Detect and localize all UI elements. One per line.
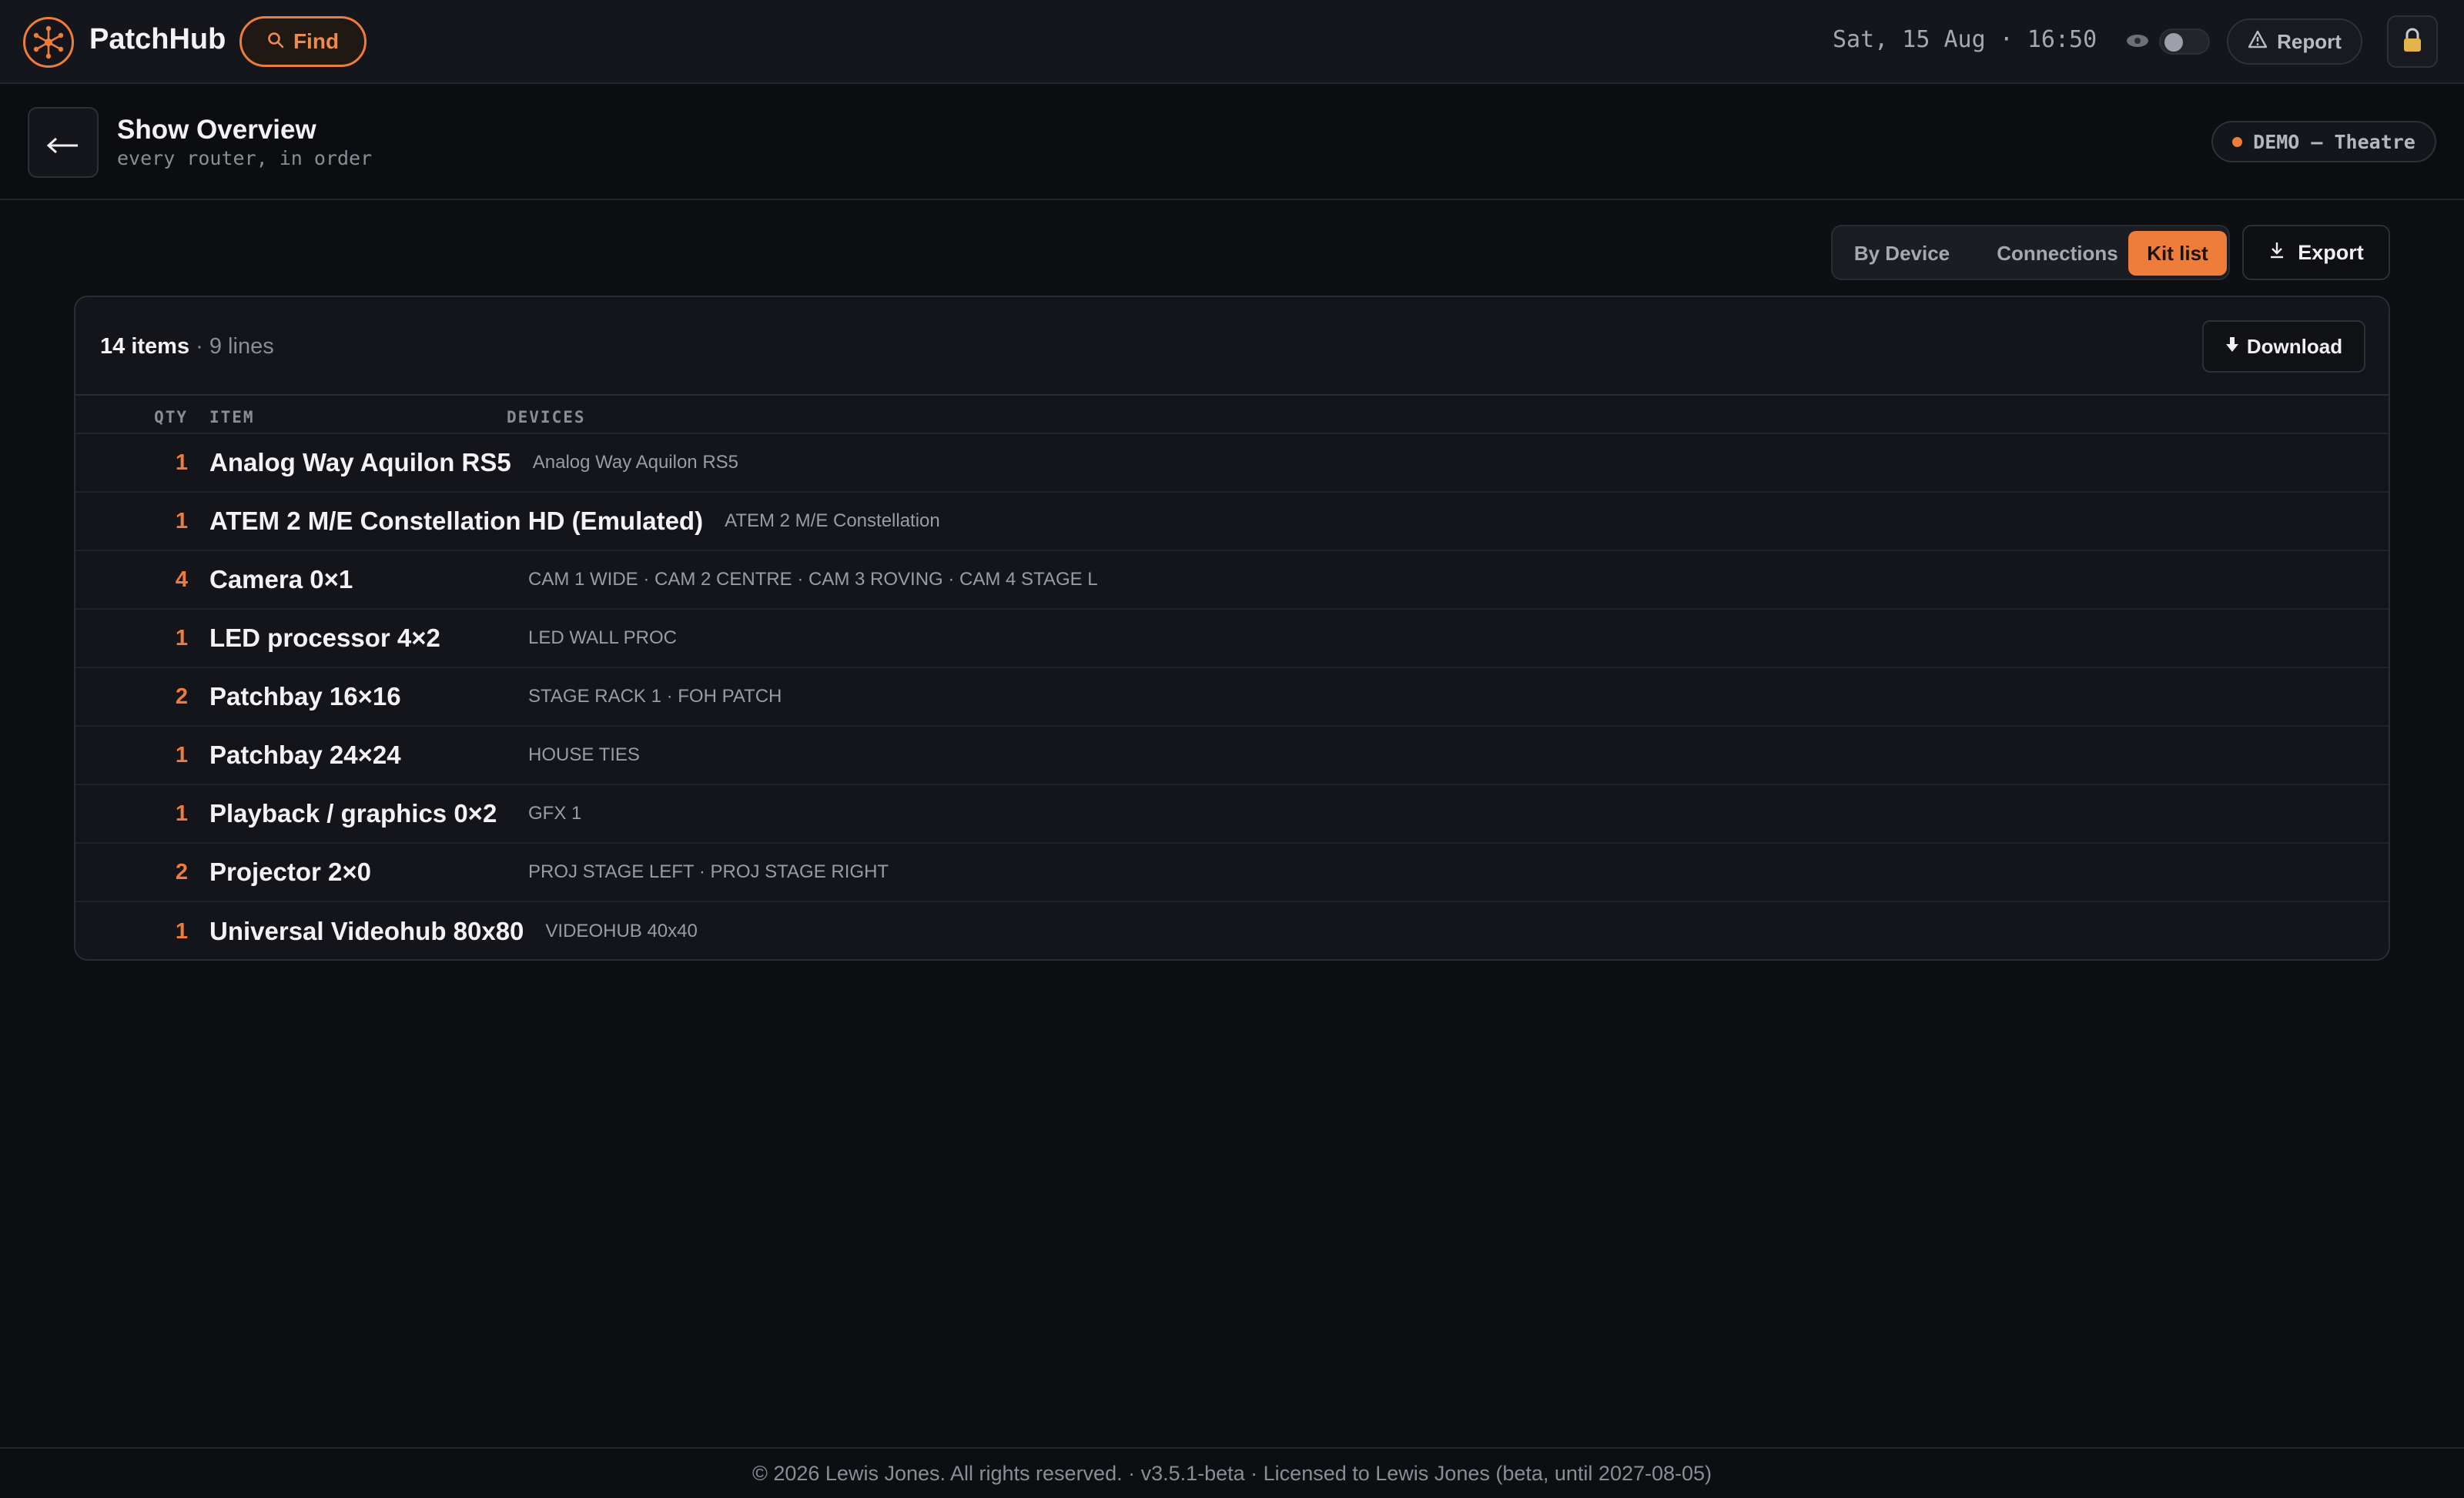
download-button-label: Download bbox=[2246, 334, 2343, 358]
tab-by-device[interactable]: By Device bbox=[1842, 231, 1962, 276]
kit-rows: 1 Analog Way Aquilon RS5 Analog Way Aqui… bbox=[75, 434, 2389, 959]
row-qty: 2 bbox=[175, 684, 188, 709]
row-devices: HOUSE TIES bbox=[528, 744, 640, 765]
column-header-item: ITEM bbox=[209, 408, 255, 426]
row-item: ATEM 2 M/E Constellation HD (Emulated) bbox=[209, 507, 704, 535]
page-header: Show Overview every router, in order DEM… bbox=[0, 84, 2464, 200]
row-item: Projector 2×0 bbox=[209, 858, 372, 886]
summary-separator: · bbox=[196, 334, 203, 359]
column-header-qty: QTY bbox=[154, 408, 188, 426]
export-button[interactable]: Export bbox=[2242, 225, 2390, 280]
row-qty: 1 bbox=[175, 450, 188, 475]
item-count: 14 items bbox=[100, 334, 190, 359]
warning-icon bbox=[2248, 30, 2268, 54]
date-time-display: Sat, 15 Aug · 16:50 bbox=[1833, 26, 2097, 53]
row-item: Camera 0×1 bbox=[209, 565, 353, 594]
report-button[interactable]: Report bbox=[2227, 18, 2362, 65]
download-button[interactable]: Download bbox=[2202, 320, 2365, 373]
row-devices: CAM 1 WIDE · CAM 2 CENTRE · CAM 3 ROVING… bbox=[528, 569, 1098, 590]
table-row: 1 LED processor 4×2 LED WALL PROC bbox=[75, 610, 2389, 668]
table-row: 2 Projector 2×0 PROJ STAGE LEFT · PROJ S… bbox=[75, 844, 2389, 902]
row-qty: 1 bbox=[175, 508, 188, 533]
row-item: Playback / graphics 0×2 bbox=[209, 799, 497, 828]
line-count: 9 lines bbox=[209, 334, 274, 359]
row-item: Universal Videohub 80x80 bbox=[209, 917, 524, 945]
back-button[interactable] bbox=[28, 107, 99, 178]
row-item: Patchbay 16×16 bbox=[209, 682, 401, 711]
show-badge-label: DEMO — Theatre bbox=[2253, 130, 2415, 153]
footer: © 2026 Lewis Jones. All rights reserved.… bbox=[0, 1447, 2464, 1496]
status-dot-icon bbox=[2232, 136, 2243, 147]
top-bar: PatchHub Find Sat, 15 Aug · 16:50 Report bbox=[0, 0, 2464, 84]
row-qty: 1 bbox=[175, 918, 188, 944]
row-item: Patchbay 24×24 bbox=[209, 741, 401, 769]
tab-kit-list[interactable]: Kit list bbox=[2128, 231, 2227, 276]
report-button-label: Report bbox=[2277, 29, 2342, 53]
row-qty: 4 bbox=[175, 567, 188, 592]
download-arrow-icon bbox=[2225, 335, 2239, 359]
row-qty: 2 bbox=[175, 859, 188, 884]
row-devices: STAGE RACK 1 · FOH PATCH bbox=[528, 686, 782, 707]
table-row: 1 Patchbay 24×24 HOUSE TIES bbox=[75, 727, 2389, 785]
kit-list-card: 14 items · 9 lines Download QTY ITEM DEV… bbox=[74, 296, 2390, 961]
theme-toggle[interactable] bbox=[2159, 28, 2210, 55]
table-row: 1 Playback / graphics 0×2 GFX 1 bbox=[75, 785, 2389, 844]
row-devices: PROJ STAGE LEFT · PROJ STAGE RIGHT bbox=[528, 861, 889, 882]
row-devices: GFX 1 bbox=[528, 803, 582, 824]
eye-icon bbox=[2125, 32, 2150, 53]
table-row: 1 Universal Videohub 80x80 VIDEOHUB 40x4… bbox=[75, 902, 2389, 959]
row-qty: 1 bbox=[175, 625, 188, 650]
page-title: Show Overview bbox=[117, 115, 316, 145]
export-button-label: Export bbox=[2298, 240, 2364, 264]
lock-icon bbox=[2402, 27, 2423, 57]
search-icon bbox=[267, 29, 284, 54]
row-devices: Analog Way Aquilon RS5 bbox=[532, 452, 739, 473]
table-row: 1 ATEM 2 M/E Constellation HD (Emulated)… bbox=[75, 493, 2389, 551]
row-item: LED processor 4×2 bbox=[209, 624, 440, 652]
lock-button[interactable] bbox=[2387, 15, 2438, 68]
footer-text: © 2026 Lewis Jones. All rights reserved.… bbox=[752, 1462, 1712, 1485]
kit-list-header: 14 items · 9 lines Download bbox=[75, 297, 2389, 396]
row-devices: LED WALL PROC bbox=[528, 627, 677, 648]
table-row: 2 Patchbay 16×16 STAGE RACK 1 · FOH PATC… bbox=[75, 668, 2389, 727]
brand-name: PatchHub bbox=[89, 23, 226, 55]
row-qty: 1 bbox=[175, 742, 188, 767]
table-row: 1 Analog Way Aquilon RS5 Analog Way Aqui… bbox=[75, 434, 2389, 493]
table-row: 4 Camera 0×1 CAM 1 WIDE · CAM 2 CENTRE ·… bbox=[75, 551, 2389, 610]
arrow-left-icon bbox=[45, 122, 81, 164]
row-item: Analog Way Aquilon RS5 bbox=[209, 448, 511, 476]
page-subtitle: every router, in order bbox=[117, 147, 373, 169]
column-header-devices: DEVICES bbox=[507, 408, 586, 426]
patchhub-logo-icon[interactable] bbox=[23, 17, 74, 68]
find-button[interactable]: Find bbox=[239, 16, 367, 67]
show-badge[interactable]: DEMO — Theatre bbox=[2211, 121, 2436, 162]
kit-summary: 14 items · 9 lines bbox=[100, 334, 274, 359]
row-devices: ATEM 2 M/E Constellation bbox=[725, 510, 940, 531]
find-button-label: Find bbox=[293, 29, 340, 53]
download-icon bbox=[2268, 241, 2285, 265]
toggle-knob bbox=[2164, 33, 2183, 52]
view-tabs: By Device Connections Kit list bbox=[1831, 225, 2230, 280]
row-devices: VIDEOHUB 40x40 bbox=[545, 921, 698, 941]
tab-connections[interactable]: Connections bbox=[1974, 231, 2141, 276]
row-qty: 1 bbox=[175, 801, 188, 826]
